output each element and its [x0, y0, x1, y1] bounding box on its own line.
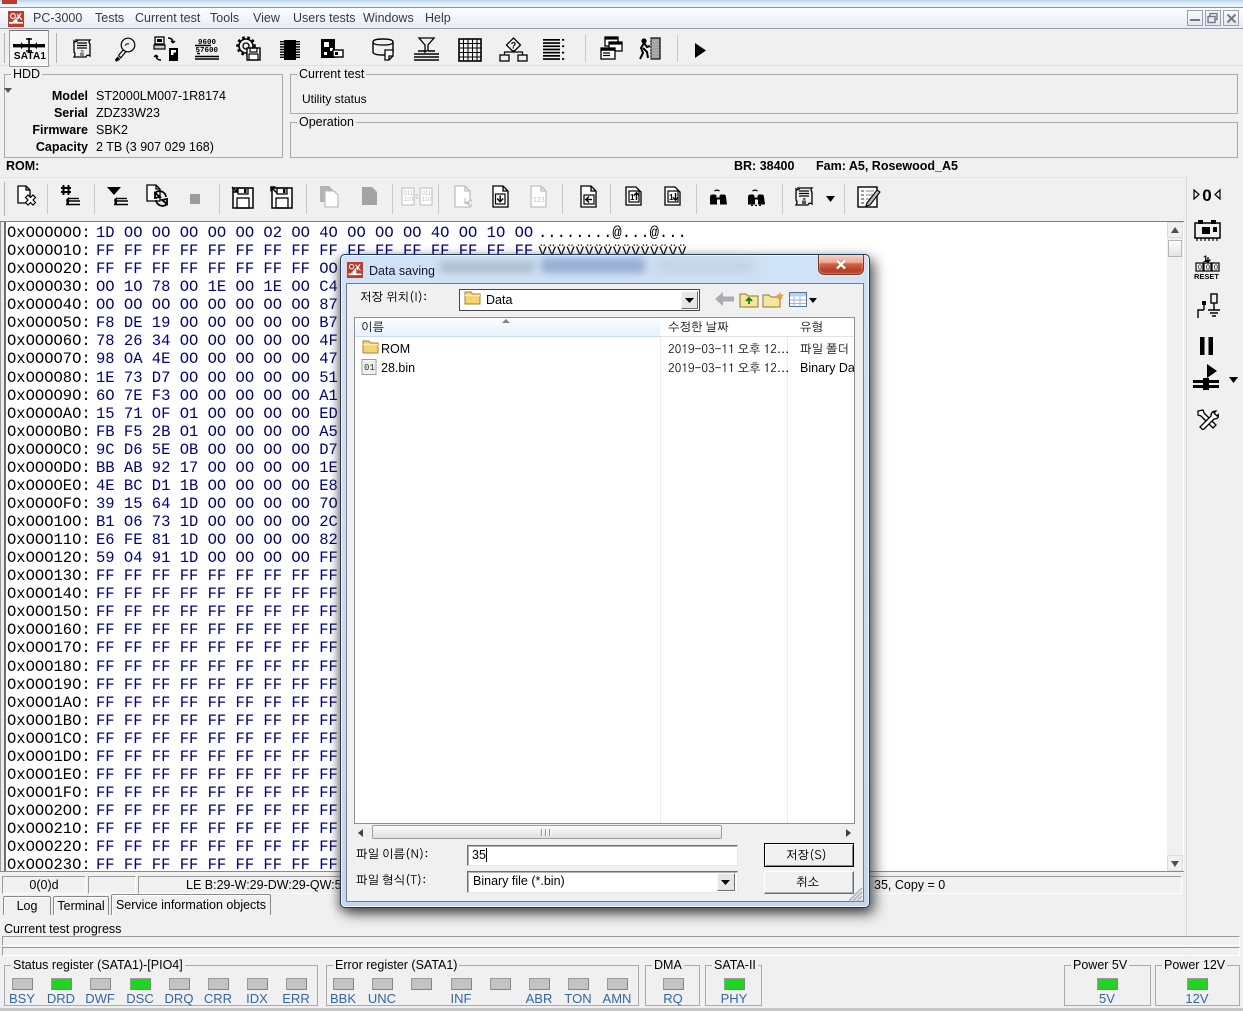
- svg-text:110: 110: [422, 197, 432, 203]
- svg-text:?: ?: [511, 41, 517, 51]
- svg-text:01: 01: [364, 363, 375, 373]
- svg-text:123: 123: [533, 197, 545, 204]
- svg-text:0: 0: [1202, 186, 1211, 203]
- svg-text:110: 110: [404, 197, 414, 203]
- svg-text:0: 0: [1198, 265, 1202, 272]
- svg-text:0: 0: [1214, 265, 1218, 272]
- svg-text:0: 0: [1206, 265, 1210, 272]
- svg-text:RESET: RESET: [1194, 272, 1219, 280]
